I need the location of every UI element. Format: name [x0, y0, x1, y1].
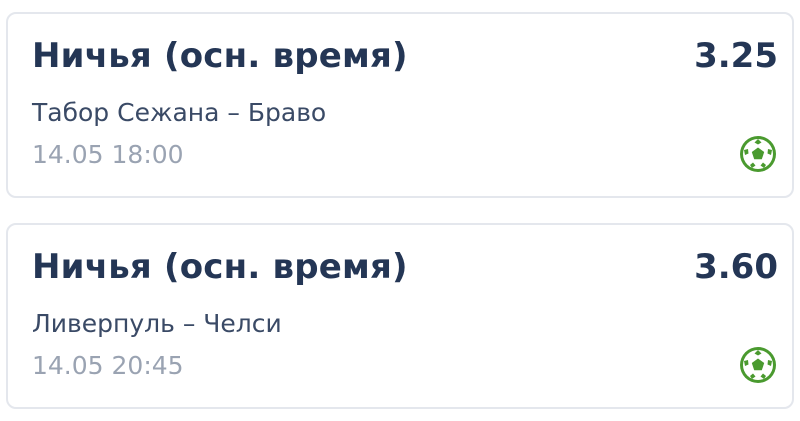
soccer-ball-icon	[738, 345, 778, 385]
odds-value: 3.25	[694, 36, 778, 76]
match-teams: Табор Сежана – Браво	[32, 98, 327, 127]
bet-card[interactable]: Ничья (осн. время) 3.60 Ливерпуль – Челс…	[6, 223, 794, 409]
bet-card[interactable]: Ничья (осн. время) 3.25 Табор Сежана – Б…	[6, 12, 794, 198]
odds-value: 3.60	[694, 247, 778, 287]
match-datetime: 14.05 20:45	[32, 351, 184, 380]
soccer-ball-icon	[738, 134, 778, 174]
market-name: Ничья (осн. время)	[32, 247, 408, 287]
match-datetime: 14.05 18:00	[32, 140, 184, 169]
market-name: Ничья (осн. время)	[32, 36, 408, 76]
match-teams: Ливерпуль – Челси	[32, 309, 282, 338]
